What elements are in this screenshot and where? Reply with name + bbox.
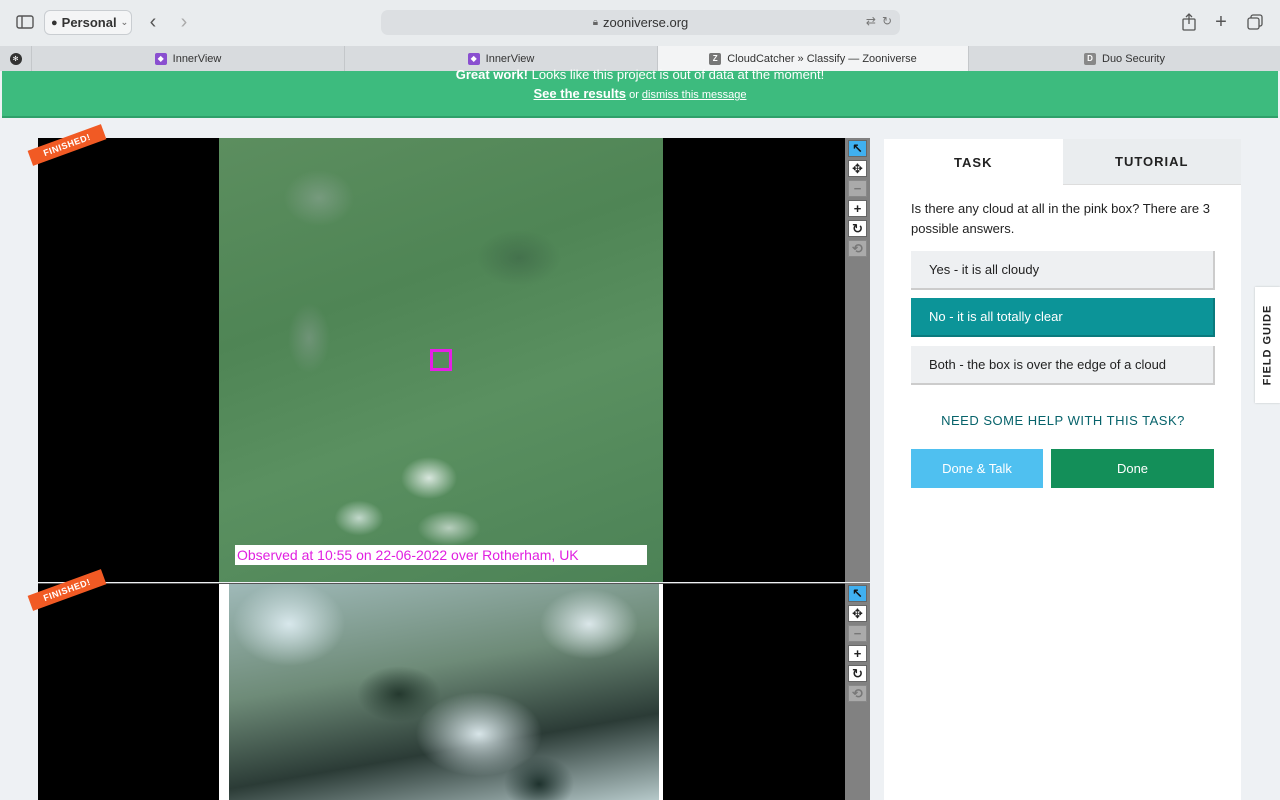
banner-message: Great work! Looks like this project is o… <box>2 68 1278 82</box>
task-question: Is there any cloud at all in the pink bo… <box>911 201 1210 236</box>
observation-caption: Observed at 10:55 on 22-06-2022 over Rot… <box>235 545 647 565</box>
forward-icon[interactable]: › <box>175 11 193 33</box>
answer-both-edge[interactable]: Both - the box is over the edge of a clo… <box>911 346 1215 385</box>
image-tools-1: ↖ ✥ − + ↻ ⟲ <box>845 138 870 582</box>
browser-toolbar: ● Personal ⌄ ‹ › 🔒︎ zooniverse.org ⇄ ↻ + <box>0 0 1280 46</box>
tab-tutorial[interactable]: TUTORIAL <box>1062 139 1241 185</box>
tab-label: InnerView <box>172 52 222 65</box>
duo-icon: D <box>1084 52 1096 65</box>
tab-overview-icon[interactable] <box>1245 12 1265 32</box>
pinned-site-icon: ✻ <box>9 52 22 65</box>
satellite-image-2 <box>229 584 659 800</box>
subject-viewer-1[interactable]: Observed at 10:55 on 22-06-2022 over Rot… <box>38 138 845 582</box>
task-panel: TASK TUTORIAL Is there any cloud at all … <box>884 139 1241 800</box>
answer-yes-cloudy[interactable]: Yes - it is all cloudy <box>911 251 1215 290</box>
translate-icon[interactable]: ⇄ <box>866 14 876 28</box>
reset-icon[interactable]: ⟲ <box>848 240 867 257</box>
address-bar[interactable]: 🔒︎ zooniverse.org ⇄ ↻ <box>381 10 900 35</box>
tab-label: InnerView <box>485 52 535 65</box>
zoom-out-icon[interactable]: − <box>848 625 867 642</box>
lock-icon: 🔒︎ <box>592 17 599 28</box>
tab-label: CloudCatcher » Classify — Zooniverse <box>727 52 917 65</box>
field-guide-tab[interactable]: FIELD GUIDE <box>1255 287 1280 403</box>
subject-viewer-2[interactable] <box>38 583 845 800</box>
move-icon[interactable]: ✥ <box>848 605 867 622</box>
out-of-data-banner: Great work! Looks like this project is o… <box>2 68 1278 118</box>
new-tab-icon[interactable]: + <box>1211 11 1231 33</box>
reset-icon[interactable]: ⟲ <box>848 685 867 702</box>
share-icon[interactable] <box>1180 12 1198 32</box>
pointer-icon[interactable]: ↖ <box>848 140 867 157</box>
chevron-down-icon: ⌄ <box>120 17 129 27</box>
rotate-icon[interactable]: ↻ <box>848 665 867 682</box>
banner-or: or <box>626 89 642 101</box>
pointer-icon[interactable]: ↖ <box>848 585 867 602</box>
profile-button[interactable]: ● Personal ⌄ <box>44 10 132 35</box>
person-icon: ● <box>51 16 58 29</box>
field-guide-label: FIELD GUIDE <box>1261 304 1274 386</box>
tab-label: Duo Security <box>1102 52 1165 65</box>
banner-bold: Great work! <box>455 67 528 82</box>
back-icon[interactable]: ‹ <box>144 11 162 33</box>
done-button[interactable]: Done <box>1051 449 1214 488</box>
profile-label: Personal <box>61 15 117 30</box>
innerview-icon: ◆ <box>467 52 480 65</box>
done-and-talk-button[interactable]: Done & Talk <box>911 449 1043 488</box>
answer-no-clear[interactable]: No - it is all totally clear <box>911 298 1215 337</box>
zoom-out-icon[interactable]: − <box>848 180 867 197</box>
innerview-icon: ◆ <box>154 52 167 65</box>
zoom-in-icon[interactable]: + <box>848 645 867 662</box>
satellite-image-1: Observed at 10:55 on 22-06-2022 over Rot… <box>219 138 663 582</box>
tab-task[interactable]: TASK <box>884 139 1063 185</box>
see-results-link[interactable]: See the results <box>534 86 627 101</box>
rotate-icon[interactable]: ↻ <box>848 220 867 237</box>
banner-text: Looks like this project is out of data a… <box>527 67 825 82</box>
sidebar-toggle-icon[interactable] <box>14 12 36 32</box>
image-tools-2: ↖ ✥ − + ↻ ⟲ <box>845 583 870 800</box>
pink-target-box <box>430 349 452 371</box>
url-text: zooniverse.org <box>603 15 689 30</box>
reload-icon[interactable]: ↻ <box>882 14 892 28</box>
task-help-link[interactable]: NEED SOME HELP WITH THIS TASK? <box>911 413 1215 428</box>
move-icon[interactable]: ✥ <box>848 160 867 177</box>
dismiss-link[interactable]: dismiss this message <box>642 89 747 101</box>
zooniverse-icon: Z <box>709 52 722 65</box>
zoom-in-icon[interactable]: + <box>848 200 867 217</box>
